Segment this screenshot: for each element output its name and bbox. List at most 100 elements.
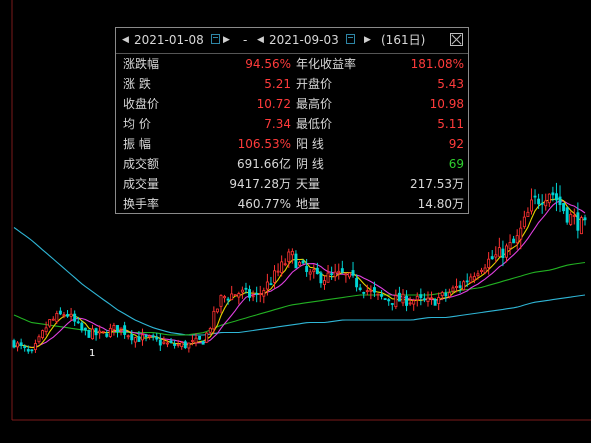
candle-body bbox=[437, 297, 441, 304]
candle-body bbox=[240, 289, 244, 293]
candle-body bbox=[537, 198, 541, 205]
candle-body bbox=[198, 335, 202, 340]
candle-body bbox=[83, 327, 87, 331]
candle-body bbox=[380, 294, 384, 297]
candle-body bbox=[180, 342, 184, 347]
candle-body bbox=[94, 328, 98, 336]
candle-body bbox=[44, 327, 48, 333]
start-calendar-icon[interactable] bbox=[211, 34, 220, 44]
stats-row: 振 幅 106.53% 阳 线 92 bbox=[116, 134, 468, 154]
candle-body bbox=[340, 268, 344, 273]
candle-body bbox=[194, 337, 198, 344]
candle-body bbox=[462, 281, 466, 291]
candle-body bbox=[165, 342, 169, 345]
candle-body bbox=[444, 292, 448, 297]
candle-body bbox=[91, 328, 94, 340]
candle-body bbox=[412, 300, 416, 305]
stat-value: 106.53% bbox=[237, 137, 291, 151]
stat-value: 10.98 bbox=[429, 97, 464, 111]
candle-body bbox=[551, 192, 555, 196]
candle-body bbox=[323, 280, 326, 285]
interval-stats-panel: ◀ 2021-01-08 ▶ - ◀ 2021-09-03 ▶ (161日) 涨… bbox=[115, 27, 469, 214]
stat-value: 5.11 bbox=[437, 117, 464, 131]
candle-body bbox=[269, 283, 273, 286]
stat-value: 10.72 bbox=[256, 97, 291, 111]
candle-body bbox=[330, 273, 334, 276]
end-prev-arrow[interactable]: ◀ bbox=[257, 33, 264, 47]
candle-body bbox=[522, 216, 526, 228]
candle-body bbox=[201, 340, 205, 345]
stat-value: 5.43 bbox=[437, 77, 464, 91]
candle-body bbox=[287, 251, 291, 262]
stat-label: 最低价 bbox=[296, 117, 333, 131]
candle-body bbox=[358, 287, 362, 290]
candle-body bbox=[347, 272, 351, 278]
stats-row: 成交额 691.66亿阴 线 69 bbox=[116, 154, 468, 174]
candle-body bbox=[244, 287, 248, 290]
candle-body bbox=[372, 287, 376, 293]
candle-body bbox=[255, 293, 259, 295]
candle-body bbox=[30, 349, 34, 352]
end-calendar-icon[interactable] bbox=[346, 34, 355, 44]
candle-body bbox=[98, 330, 102, 334]
start-prev-arrow[interactable]: ◀ bbox=[122, 33, 129, 47]
candle-body bbox=[387, 299, 391, 302]
candle-body bbox=[212, 310, 216, 330]
candle-body bbox=[230, 293, 234, 301]
stats-row: 涨跌幅 94.56% 年化收益率 181.08% bbox=[116, 54, 468, 74]
stat-value: 217.53万 bbox=[410, 177, 464, 191]
start-date[interactable]: 2021-01-08 bbox=[134, 33, 204, 47]
candle-body bbox=[80, 322, 84, 331]
candle-body bbox=[190, 340, 194, 342]
start-next-arrow[interactable]: ▶ bbox=[223, 33, 230, 47]
candle-body bbox=[265, 281, 269, 290]
candle-body bbox=[237, 293, 241, 298]
stat-label: 天量 bbox=[296, 177, 321, 191]
end-next-arrow[interactable]: ▶ bbox=[364, 33, 371, 47]
candle-body bbox=[408, 302, 412, 305]
candle-body bbox=[301, 260, 305, 264]
candle-body bbox=[451, 287, 455, 292]
candle-body bbox=[273, 270, 276, 283]
candle-body bbox=[319, 272, 323, 284]
candle-body bbox=[422, 298, 426, 301]
candle-body bbox=[48, 319, 52, 327]
stat-value: 69 bbox=[448, 157, 464, 171]
candle-body bbox=[26, 349, 30, 352]
stat-value: 460.77% bbox=[237, 197, 291, 211]
candle-body bbox=[401, 293, 405, 304]
candle-body bbox=[37, 336, 41, 343]
candle-body bbox=[344, 273, 348, 276]
candle-body bbox=[130, 334, 134, 341]
stat-label: 阴 线 bbox=[296, 157, 324, 171]
candle-body bbox=[51, 318, 55, 321]
stat-value: 691.66亿 bbox=[237, 157, 291, 171]
candle-body bbox=[415, 296, 419, 301]
stat-value: 9417.28万 bbox=[229, 177, 291, 191]
candle-body bbox=[280, 261, 284, 274]
candle-body bbox=[455, 285, 458, 288]
stat-value: 14.80万 bbox=[417, 197, 464, 211]
candle-body bbox=[73, 313, 77, 322]
candle-body bbox=[19, 342, 23, 346]
candle-body bbox=[515, 235, 519, 244]
candle-body bbox=[533, 195, 537, 198]
stats-row: 均 价 7.34 最低价 5.11 bbox=[116, 114, 468, 134]
candle-body bbox=[16, 342, 20, 348]
candle-body bbox=[58, 310, 62, 315]
stat-label: 涨跌幅 bbox=[123, 57, 160, 71]
candle-body bbox=[126, 335, 130, 338]
candle-body bbox=[326, 272, 330, 283]
candle-body bbox=[87, 330, 91, 338]
candle-body bbox=[308, 271, 312, 275]
interval-header: ◀ 2021-01-08 ▶ - ◀ 2021-09-03 ▶ (161日) bbox=[116, 28, 468, 54]
candle-body bbox=[487, 258, 491, 268]
stat-value: 7.34 bbox=[264, 117, 291, 131]
candle-body bbox=[519, 227, 523, 240]
stat-label: 换手率 bbox=[123, 197, 160, 211]
candle-body bbox=[23, 346, 27, 348]
candle-body bbox=[476, 273, 480, 277]
close-icon[interactable] bbox=[450, 33, 463, 46]
candle-body bbox=[469, 276, 473, 283]
end-date[interactable]: 2021-09-03 bbox=[269, 33, 339, 47]
